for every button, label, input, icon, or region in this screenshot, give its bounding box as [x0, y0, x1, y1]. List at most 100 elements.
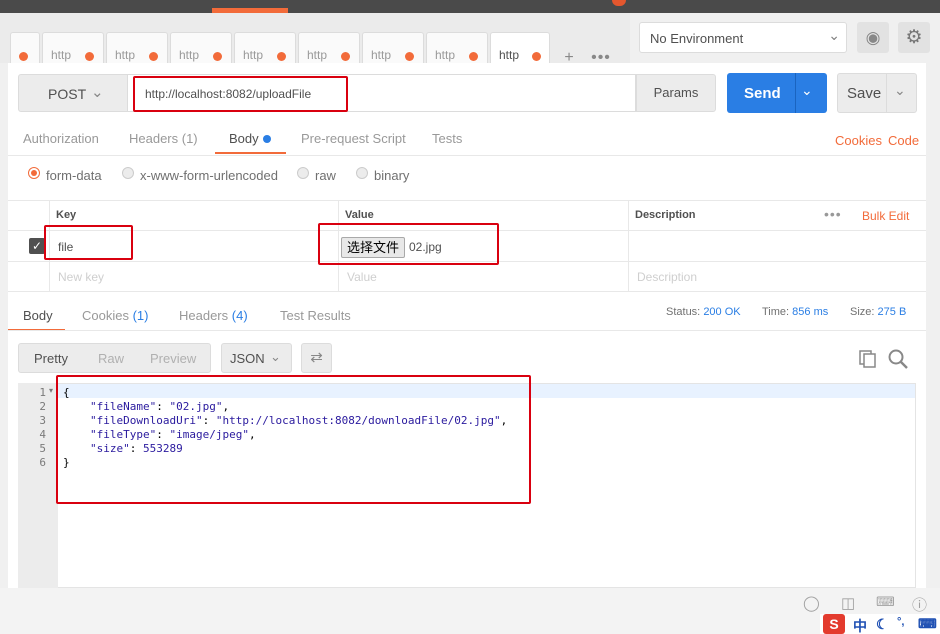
search-icon[interactable]: [887, 348, 909, 370]
status-bar: [0, 588, 940, 634]
ime-language-toggle[interactable]: 中: [853, 616, 867, 634]
annotation-box-value: [318, 223, 499, 265]
preview-button[interactable]: Preview: [150, 351, 196, 366]
new-key-input[interactable]: New key: [58, 270, 104, 284]
lightbulb-icon[interactable]: ◯: [803, 594, 820, 612]
help-icon[interactable]: ⓘ: [912, 594, 927, 615]
divider: [8, 200, 926, 201]
tab-tests[interactable]: Tests: [432, 131, 462, 146]
radio-raw[interactable]: [297, 167, 309, 179]
line-number: 5: [39, 442, 46, 455]
save-button[interactable]: Save ⌄: [837, 73, 917, 113]
environment-selected: No Environment: [650, 31, 744, 46]
chevron-down-icon: ⌄: [91, 84, 104, 101]
time-value: 856 ms: [792, 306, 829, 318]
radio-form-data[interactable]: [28, 167, 40, 179]
tab-label: http: [51, 48, 72, 62]
size-value: 275 B: [877, 306, 907, 318]
response-status: Status: 200 OK: [666, 306, 741, 318]
row-enabled-checkbox[interactable]: ✓: [29, 238, 45, 254]
ime-logo-icon[interactable]: S: [823, 614, 845, 634]
tab-label: http: [371, 48, 392, 62]
column-divider: [628, 200, 629, 291]
send-label: Send: [744, 85, 781, 102]
tab-headers[interactable]: Headers (1): [129, 131, 198, 146]
manage-environments-button[interactable]: ⚙: [898, 22, 930, 53]
headers-count: (4): [231, 308, 248, 323]
tab-headers-label: Headers (1): [129, 131, 198, 146]
unsaved-dot-icon: [85, 52, 94, 61]
environment-select[interactable]: No Environment ⌄: [639, 22, 847, 53]
line-number: 2: [39, 400, 46, 413]
fold-caret-icon[interactable]: ▾: [49, 386, 53, 395]
method-select[interactable]: POST ⌄: [18, 74, 128, 112]
chevron-down-icon: ⌄: [270, 349, 281, 364]
send-button[interactable]: Send ⌄: [727, 73, 827, 113]
tab-label: http: [115, 48, 136, 62]
wrap-lines-icon: ⇄: [310, 349, 323, 366]
radio-binary[interactable]: [356, 167, 368, 179]
raw-button[interactable]: Raw: [98, 351, 124, 366]
line-number: 4: [39, 428, 46, 441]
response-format-select[interactable]: JSON ⌄: [221, 343, 292, 373]
new-description-input[interactable]: Description: [637, 270, 697, 284]
ime-moon-icon[interactable]: ☾: [876, 616, 889, 633]
ime-punctuation-icon[interactable]: °,: [897, 616, 904, 628]
pretty-button[interactable]: Pretty: [34, 351, 68, 366]
wrap-lines-button[interactable]: ⇄: [301, 343, 332, 373]
response-tab-headers[interactable]: Headers (4): [179, 308, 248, 323]
unsaved-dot-icon: [469, 52, 478, 61]
request-tab-bar: http http http http http http http http …: [0, 13, 630, 74]
radio-urlencoded-label: x-www-form-urlencoded: [140, 168, 278, 183]
body-modified-dot-icon: [263, 135, 271, 143]
checkmark-icon: ✓: [31, 239, 43, 253]
divider: [8, 330, 926, 331]
two-pane-icon[interactable]: ◫: [841, 594, 855, 612]
unsaved-dot-icon: [149, 52, 158, 61]
method-label: POST: [48, 86, 87, 102]
window-right-edge: [926, 63, 940, 588]
copy-icon[interactable]: [858, 349, 878, 369]
tab-prerequest-script[interactable]: Pre-request Script: [301, 131, 406, 146]
bulk-edit-link[interactable]: Bulk Edit: [862, 209, 909, 223]
ime-keyboard-icon[interactable]: ⌨: [918, 616, 937, 632]
chevron-down-icon[interactable]: ⌄: [801, 82, 813, 99]
new-value-input[interactable]: Value: [347, 270, 377, 284]
column-options-button[interactable]: •••: [824, 206, 842, 222]
tab-body[interactable]: Body: [229, 131, 259, 146]
radio-urlencoded[interactable]: [122, 167, 134, 179]
gear-icon: ⚙: [905, 27, 923, 48]
params-button[interactable]: Params: [636, 74, 716, 112]
line-number: 6: [39, 456, 46, 469]
tab-label: http: [179, 48, 200, 62]
save-divider: [886, 74, 887, 112]
tab-label: http: [307, 48, 328, 62]
divider: [8, 155, 926, 156]
keyboard-icon[interactable]: ⌨: [876, 594, 895, 610]
annotation-box-key: [44, 225, 133, 260]
chevron-down-icon[interactable]: ⌄: [894, 82, 906, 99]
save-label: Save: [847, 85, 882, 102]
column-header-value: Value: [345, 209, 374, 221]
code-link[interactable]: Code: [888, 133, 919, 148]
cookies-link[interactable]: Cookies: [835, 133, 882, 148]
eye-icon: ◉: [865, 28, 881, 47]
response-tab-cookies[interactable]: Cookies (1): [82, 308, 148, 323]
response-tab-body[interactable]: Body: [23, 308, 53, 323]
tab-authorization[interactable]: Authorization: [23, 131, 99, 146]
response-tab-headers-label: Headers: [179, 308, 229, 323]
line-number: 1: [39, 386, 46, 399]
size-label: Size:: [850, 306, 875, 318]
annotation-box-response: [56, 375, 531, 504]
cookies-count: (1): [132, 308, 149, 323]
window-top-band: [0, 0, 940, 13]
radio-binary-label: binary: [374, 168, 410, 183]
response-format-label: JSON: [230, 351, 265, 366]
tab-label: http: [435, 48, 456, 62]
chevron-down-icon: ⌄: [828, 27, 840, 43]
response-size: Size: 275 B: [850, 306, 906, 318]
unsaved-dot-icon: [532, 52, 541, 61]
response-tab-test-results[interactable]: Test Results: [280, 308, 351, 323]
annotation-box-url: [133, 76, 348, 112]
environment-quick-look-button[interactable]: ◉: [857, 22, 889, 53]
